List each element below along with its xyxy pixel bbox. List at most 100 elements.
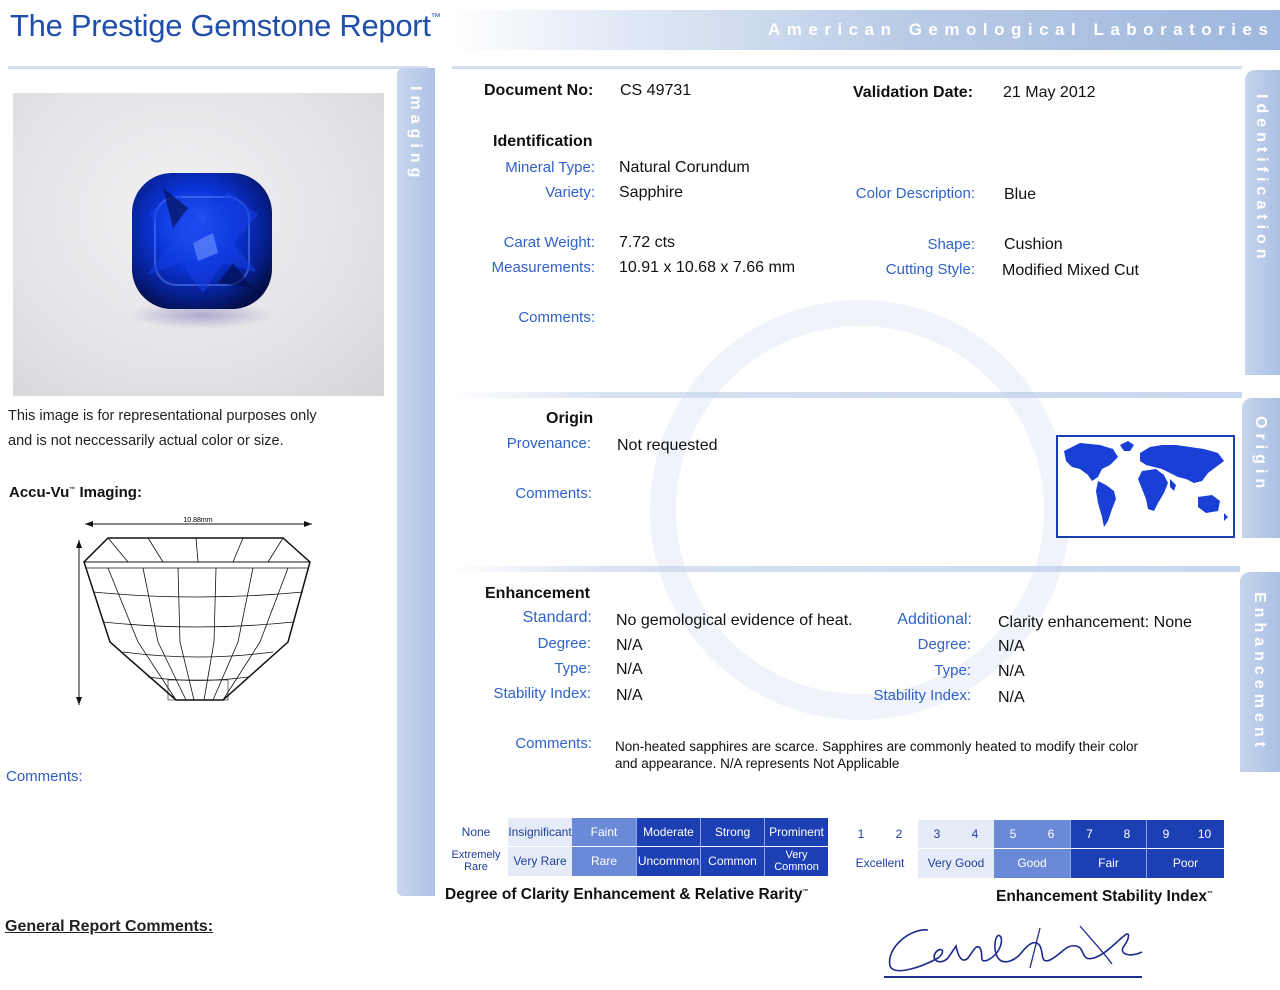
rarity-cell: Rare bbox=[572, 847, 636, 876]
stability-grade-cell: Fair bbox=[1070, 849, 1146, 878]
stability-index-scale: 1 2 3 4 5 6 7 8 9 10 Excellent Very Good… bbox=[842, 820, 1224, 878]
gemstone-photo bbox=[13, 93, 384, 396]
stability-number-cell: 3 bbox=[918, 820, 956, 848]
world-map bbox=[1056, 435, 1235, 538]
rarity-cell: Common bbox=[700, 847, 764, 876]
cutting-style-label: Cutting Style: bbox=[885, 261, 975, 278]
stability-scale-title: Enhancement Stability Index™ bbox=[996, 888, 1214, 905]
stability-number-cell: 4 bbox=[956, 820, 994, 848]
origin-tab-label: Origin bbox=[1252, 416, 1269, 494]
rarity-cell: Uncommon bbox=[636, 847, 700, 876]
clarity-rarity-scale: None Insignificant Faint Moderate Strong… bbox=[444, 818, 828, 876]
additional-stability-value: N/A bbox=[998, 689, 1025, 706]
additional-type-label: Type: bbox=[934, 662, 971, 679]
additional-degree-label: Degree: bbox=[917, 636, 971, 653]
cutting-style-value: Modified Mixed Cut bbox=[1002, 262, 1139, 279]
identification-tab: Identification bbox=[1245, 70, 1280, 375]
stability-number-cell: 8 bbox=[1108, 820, 1146, 848]
carat-weight-label: Carat Weight: bbox=[503, 234, 595, 251]
sapphire-image bbox=[129, 173, 273, 329]
stability-grade-cell: Poor bbox=[1146, 849, 1224, 878]
stability-number-cell: 2 bbox=[880, 820, 918, 848]
origin-heading: Origin bbox=[546, 410, 594, 427]
rarity-cell: Very Common bbox=[764, 847, 828, 876]
standard-value: No gemological evidence of heat. bbox=[616, 612, 853, 629]
stability-number-cell: 9 bbox=[1146, 820, 1185, 848]
stability-number-cell: 1 bbox=[842, 820, 880, 848]
provenance-label: Provenance: bbox=[506, 435, 591, 452]
enhancement-heading: Enhancement bbox=[485, 585, 590, 602]
signature bbox=[888, 925, 1143, 972]
clarity-degree-cell: Faint bbox=[572, 818, 636, 846]
carat-weight-value: 7.72 cts bbox=[619, 234, 676, 251]
signature-line bbox=[884, 976, 1142, 978]
accu-vu-heading: Accu-Vu™ Imaging: bbox=[9, 484, 142, 501]
image-disclaimer-line1: This image is for representational purpo… bbox=[8, 408, 317, 424]
origin-tab: Origin bbox=[1242, 398, 1280, 538]
additional-type-value: N/A bbox=[998, 663, 1025, 680]
variety-label: Variety: bbox=[545, 184, 595, 201]
standard-stability-value: N/A bbox=[616, 687, 643, 704]
stability-number-cell: 5 bbox=[994, 820, 1032, 848]
identification-tab-label: Identification bbox=[1253, 94, 1270, 264]
seal-watermark bbox=[650, 300, 1070, 720]
additional-degree-value: N/A bbox=[998, 638, 1025, 655]
clarity-degree-cell: Moderate bbox=[636, 818, 700, 846]
document-no-value: CS 49731 bbox=[620, 82, 692, 99]
enhancement-tab-label: Enhancement bbox=[1251, 592, 1268, 752]
validation-date-label: Validation Date: bbox=[853, 84, 974, 101]
diagram-width-label: 10.88mm bbox=[183, 517, 212, 524]
identification-comments-label: Comments: bbox=[518, 309, 595, 326]
standard-degree-value: N/A bbox=[616, 637, 643, 654]
additional-value: Clarity enhancement: None bbox=[998, 614, 1192, 631]
stability-number-cell: 10 bbox=[1185, 820, 1224, 848]
stability-number-cell: 6 bbox=[1032, 820, 1070, 848]
origin-comments-label: Comments: bbox=[515, 485, 592, 502]
variety-value: Sapphire bbox=[619, 184, 684, 201]
stability-grade-cell: Good bbox=[994, 849, 1070, 878]
general-report-comments-label: General Report Comments: bbox=[5, 918, 214, 935]
additional-stability-label: Stability Index: bbox=[873, 687, 971, 704]
color-description-label: Color Description: bbox=[855, 185, 975, 202]
lab-name: American Gemological Laboratories bbox=[768, 20, 1275, 39]
left-top-rule bbox=[8, 66, 428, 69]
standard-type-value: N/A bbox=[616, 661, 643, 678]
image-disclaimer-line2: and is not neccessarily actual color or … bbox=[8, 433, 284, 449]
clarity-degree-cell: Strong bbox=[700, 818, 764, 846]
left-comments-label: Comments: bbox=[6, 768, 83, 785]
measurements-value: 10.91 x 10.68 x 7.66 mm bbox=[619, 259, 796, 276]
mineral-type-label: Mineral Type: bbox=[505, 159, 595, 176]
shape-value: Cushion bbox=[1004, 236, 1063, 253]
additional-label: Additional: bbox=[897, 611, 972, 628]
standard-degree-label: Degree: bbox=[537, 635, 591, 652]
shape-label: Shape: bbox=[927, 236, 975, 253]
report-title: The Prestige Gemstone Report™ bbox=[10, 8, 441, 43]
clarity-degree-cell: Insignificant bbox=[508, 818, 572, 846]
world-map-icon bbox=[1064, 441, 1228, 527]
color-description-value: Blue bbox=[1004, 186, 1037, 203]
stability-grade-cell: Very Good bbox=[918, 849, 994, 878]
standard-type-label: Type: bbox=[554, 660, 591, 677]
standard-label: Standard: bbox=[522, 609, 592, 626]
stability-grade-cell: Excellent bbox=[842, 849, 918, 878]
stability-number-cell: 7 bbox=[1070, 820, 1108, 848]
imaging-tab: Imaging bbox=[397, 68, 435, 896]
imaging-tab-label: Imaging bbox=[407, 86, 424, 183]
enhancement-comments-line1: Non-heated sapphires are scarce. Sapphir… bbox=[615, 739, 1139, 754]
clarity-degree-cell: Prominent bbox=[764, 818, 828, 846]
validation-date-value: 21 May 2012 bbox=[1003, 84, 1096, 101]
document-no-label: Document No: bbox=[484, 82, 594, 99]
rarity-cell: Extremely Rare bbox=[444, 847, 508, 876]
clarity-degree-cell: None bbox=[444, 818, 508, 846]
measurements-label: Measurements: bbox=[491, 259, 595, 276]
enhancement-comments-label: Comments: bbox=[515, 735, 592, 752]
enhancement-tab: Enhancement bbox=[1240, 572, 1280, 772]
right-top-rule bbox=[452, 66, 1242, 69]
rarity-cell: Very Rare bbox=[508, 847, 572, 876]
identification-heading: Identification bbox=[493, 133, 593, 150]
standard-stability-label: Stability Index: bbox=[493, 685, 591, 702]
enhancement-comments-line2: and appearance. N/A represents Not Appli… bbox=[615, 756, 900, 771]
clarity-scale-title: Degree of Clarity Enhancement & Relative… bbox=[445, 886, 809, 903]
mineral-type-value: Natural Corundum bbox=[619, 159, 750, 176]
provenance-value: Not requested bbox=[617, 437, 718, 454]
